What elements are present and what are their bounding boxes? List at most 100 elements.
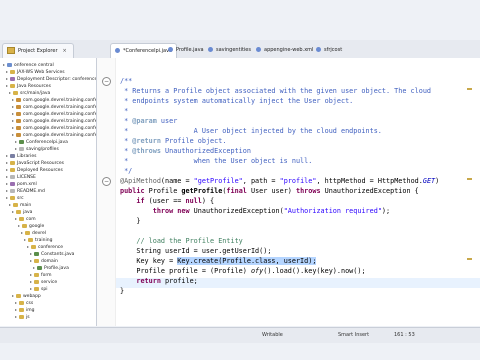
java-icon bbox=[34, 251, 39, 256]
tree-item[interactable]: ▸Deployment Descriptor: conference-cen bbox=[6, 76, 97, 82]
tree-item[interactable]: ▸ src bbox=[6, 195, 24, 201]
tree-item[interactable]: ▸ com.google.devrel.training.confer bbox=[12, 97, 96, 103]
code-line: * when the User object is null. bbox=[120, 157, 313, 165]
code-line: Profile profile = (Profile) ofy().load()… bbox=[120, 267, 366, 275]
tree-item[interactable]: ▸ pom.xml bbox=[6, 181, 37, 187]
folder-icon bbox=[34, 258, 39, 263]
package-icon bbox=[16, 97, 21, 102]
folder-icon bbox=[22, 223, 27, 228]
tree-item[interactable]: ▸ google bbox=[18, 223, 44, 229]
tree-item-label: JavaScript Resources bbox=[17, 161, 64, 166]
tree-item[interactable]: ▸ com.google.devrel.training.confer bbox=[12, 104, 96, 110]
overview-ruler-marker[interactable] bbox=[467, 258, 472, 260]
tree-item-label: webapp bbox=[23, 294, 41, 299]
code-line: * Returns a Profile object associated wi… bbox=[120, 87, 431, 95]
tree-item[interactable]: ▸ JAX-WS Web Services bbox=[6, 69, 65, 75]
tree-item[interactable]: ▸ Profile.java bbox=[33, 265, 69, 271]
java-file-icon bbox=[115, 48, 120, 53]
tree-item[interactable]: ▸ onference central bbox=[3, 62, 54, 68]
folder-icon bbox=[10, 160, 15, 165]
tree-item[interactable]: ▸ Conferencelpi.java bbox=[15, 139, 68, 145]
file-icon bbox=[10, 174, 15, 179]
tree-item-label: Java Resources bbox=[17, 84, 51, 89]
editor-tab-label: sfrjcost bbox=[324, 47, 343, 53]
tree-item[interactable]: ▸ Java Resources bbox=[6, 83, 51, 89]
code-line: * bbox=[120, 107, 129, 115]
code-line: if (user == null) { bbox=[120, 197, 215, 205]
tree-item[interactable]: ▸ spi bbox=[30, 286, 47, 292]
tree-item[interactable]: ▸ LICENSE bbox=[6, 174, 36, 180]
folder-icon bbox=[13, 90, 18, 95]
code-line: * @param user bbox=[120, 117, 178, 125]
tree-item-label: com.google.devrel.training.confer bbox=[23, 112, 97, 117]
tree-item[interactable]: ▸ conference bbox=[27, 244, 63, 250]
tree-item[interactable]: ▸ form bbox=[30, 272, 52, 278]
tab-bar: Project Explorer × *Conferencelpi.java Pr… bbox=[0, 40, 480, 59]
status-insert-mode: Smart Insert bbox=[338, 332, 370, 338]
editor-tab-sfrjcost[interactable]: sfrjcost bbox=[312, 43, 346, 57]
overview-ruler-marker[interactable] bbox=[467, 88, 472, 90]
tree-item[interactable]: ▸ README.md bbox=[6, 188, 45, 194]
tree-item[interactable]: ▸ com bbox=[15, 216, 36, 222]
editor-tab-appengine-web[interactable]: appengine-web.xml bbox=[252, 43, 317, 57]
tree-item[interactable]: ▸ Constants.java bbox=[30, 251, 74, 257]
tree-item-label: Conferencelpi.java bbox=[26, 140, 68, 145]
tree-item-label: com.google.devrel.training.confer bbox=[23, 133, 97, 138]
code-editor[interactable]: − − /** * Returns a Profile object assoc… bbox=[97, 58, 480, 326]
tree-item-label: main bbox=[20, 203, 32, 208]
code-line: // load the Profile Entity bbox=[120, 237, 243, 245]
tree-item[interactable]: ▸ Deployed Resources bbox=[6, 167, 63, 173]
tree-item-label: README.md bbox=[17, 189, 45, 194]
editor-tab-savingentities[interactable]: savingentities bbox=[204, 43, 255, 57]
tab-project-explorer-label: Project Explorer bbox=[18, 48, 58, 54]
tree-item[interactable]: ▸ java bbox=[12, 209, 32, 215]
package-icon bbox=[16, 104, 21, 109]
tree-item-label: src/main/java bbox=[20, 91, 51, 96]
folder-icon bbox=[28, 237, 33, 242]
tree-item-label: com bbox=[26, 217, 36, 222]
status-bar: Writable Smart Insert 161 : 53 bbox=[0, 327, 480, 344]
overview-ruler-marker[interactable] bbox=[467, 178, 472, 180]
package-icon bbox=[16, 125, 21, 130]
tree-item[interactable]: ▸ com.google.devrel.training.confer bbox=[12, 118, 96, 124]
tree-item[interactable]: ▸ css bbox=[15, 300, 33, 306]
tree-item[interactable]: ▸ devrel bbox=[21, 230, 46, 236]
tree-item[interactable]: ▸ training bbox=[24, 237, 52, 243]
tree-item[interactable]: ▸ Libraries bbox=[6, 153, 36, 159]
tree-item[interactable]: ▸ com.google.devrel.training.confer bbox=[12, 132, 97, 138]
code-line: */ bbox=[120, 167, 133, 175]
tab-project-explorer[interactable]: Project Explorer × bbox=[2, 43, 74, 58]
tree-item-label: Deployed Resources bbox=[17, 168, 63, 173]
close-icon[interactable]: × bbox=[63, 48, 67, 54]
fold-toggle-icon[interactable]: − bbox=[102, 177, 111, 186]
tree-item[interactable]: ▸ webapp bbox=[12, 293, 41, 299]
tree-item[interactable]: ▸ JavaScript Resources bbox=[6, 160, 64, 166]
project-explorer: ▸ onference central ▸ JAX-WS Web Services ▸ D… bbox=[0, 58, 97, 326]
tree-item[interactable]: ▸ com.google.devrel.training.confer bbox=[12, 111, 97, 117]
package-icon bbox=[16, 111, 21, 116]
tree-item-label: Constants.java bbox=[41, 252, 75, 257]
folder-icon bbox=[34, 272, 39, 277]
eclipse-window: Project Explorer × * Conferencelpi.java Pr… bbox=[0, 0, 480, 360]
fold-toggle-icon[interactable]: − bbox=[102, 77, 111, 86]
code-line: * A User object injected by the cloud en… bbox=[120, 127, 382, 135]
editor-tab-profile[interactable]: Profile.java bbox=[164, 43, 208, 57]
tree-item[interactable]: ▸ service bbox=[30, 279, 57, 285]
code-line: Key key = Key.create(Profile.class, user… bbox=[120, 257, 317, 265]
tree-item[interactable]: ▸ com.google.devrel.training.confer bbox=[12, 125, 96, 131]
java-icon bbox=[19, 139, 24, 144]
folder-icon bbox=[34, 279, 39, 284]
tree-item-label: Deployment Descriptor: conference-cen bbox=[17, 77, 97, 82]
tree-item-label: img bbox=[26, 308, 35, 313]
code-line: } bbox=[120, 217, 141, 225]
tree-item-label: pom.xml bbox=[17, 182, 37, 187]
tree-item[interactable]: ▸ main bbox=[9, 202, 31, 208]
tree-item[interactable]: ▸ js bbox=[15, 314, 30, 320]
tree-item[interactable]: ▸ saving/profiles bbox=[15, 146, 59, 152]
code-line: @ApiMethod(name = "getProfile", path = "… bbox=[120, 177, 440, 185]
tree-item[interactable]: ▸ domain bbox=[30, 258, 58, 264]
tree-item[interactable]: ▸ img bbox=[15, 307, 35, 313]
tree-item[interactable]: ▸ src/main/java bbox=[9, 90, 50, 96]
file-icon bbox=[208, 47, 213, 52]
code-line: throw new UnauthorizedException("Authori… bbox=[120, 207, 391, 215]
